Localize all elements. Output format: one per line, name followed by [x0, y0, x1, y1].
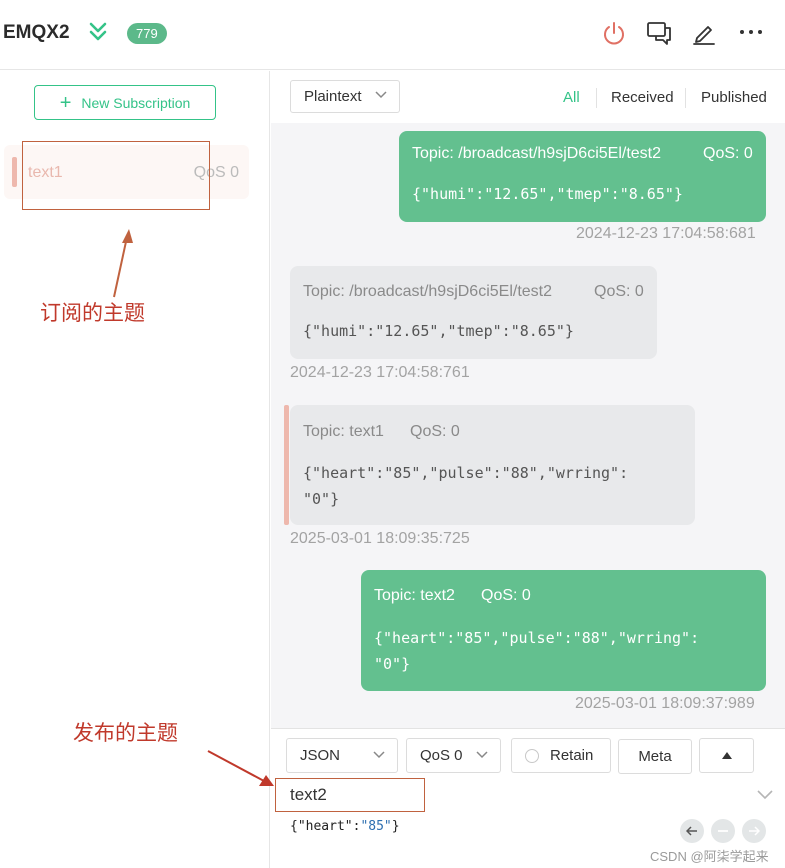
message-timestamp: 2024-12-23 17:04:58:761: [290, 364, 470, 381]
message-qos: QoS: 0: [481, 587, 531, 604]
history-clear-button[interactable]: [711, 819, 735, 843]
collapse-chevron-icon[interactable]: [88, 20, 108, 44]
filter-published-tab[interactable]: Published: [701, 89, 767, 106]
new-subscription-label: New Subscription: [81, 94, 191, 111]
payload-close: }: [391, 819, 400, 834]
subscription-color-bar: [284, 405, 289, 525]
chat-icon[interactable]: [645, 19, 673, 47]
message-count-badge: 779: [127, 23, 167, 44]
message-timestamp: 2025-03-01 18:09:37:989: [575, 695, 755, 712]
publish-qos-value: QoS 0: [420, 747, 463, 764]
payload-format-value: Plaintext: [304, 88, 362, 105]
annotation-arrow-icon: [207, 750, 274, 786]
annotation-arrow-icon: [113, 229, 133, 298]
new-subscription-button[interactable]: + New Subscription: [34, 85, 216, 120]
watermark: CSDN @阿柒学起来: [650, 849, 769, 864]
connection-header: EMQX2 779: [0, 0, 785, 70]
message-toolbar: Plaintext All Received Published: [271, 71, 785, 123]
message-payload: {"humi":"12.65","tmep":"8.65"}: [412, 185, 683, 203]
message-payload: {"humi":"12.65","tmep":"8.65"}: [303, 322, 574, 340]
chevron-down-icon[interactable]: [757, 790, 773, 800]
message-timestamp: 2025-03-01 18:09:35:725: [290, 530, 470, 547]
payload-key: {"heart":: [290, 819, 361, 834]
retain-toggle[interactable]: Retain: [511, 738, 611, 773]
filter-all-tab[interactable]: All: [563, 89, 580, 106]
plus-icon: +: [59, 91, 72, 114]
retain-label: Retain: [550, 747, 594, 764]
message-payload: {"heart":"85","pulse":"88","wrring": "0"…: [374, 629, 700, 673]
message-bubble-sent: Topic: text2 QoS: 0 {"heart":"85","pulse…: [361, 570, 766, 691]
message-bubble-received: Topic: /broadcast/h9sjD6ci5El/test2 QoS:…: [290, 266, 657, 359]
connection-name: EMQX2: [3, 22, 70, 43]
message-qos: QoS: 0: [594, 283, 644, 300]
subscribed-topic-annotation: 订阅的主题: [40, 301, 145, 325]
filter-received-tab[interactable]: Received: [611, 89, 674, 106]
arrow-right-icon: [749, 826, 760, 836]
edit-icon[interactable]: [690, 19, 718, 47]
message-bubble-sent: Topic: /broadcast/h9sjD6ci5El/test2 QoS:…: [399, 131, 766, 222]
subscription-color-bar: [12, 157, 17, 187]
message-topic: Topic: text2: [374, 587, 455, 604]
message-qos: QoS: 0: [703, 145, 753, 162]
power-icon[interactable]: [600, 19, 628, 47]
filter-divider: [685, 88, 686, 108]
payload-value: "85": [360, 819, 392, 834]
payload-type-value: JSON: [300, 747, 341, 764]
payload-format-select[interactable]: Plaintext: [290, 80, 400, 113]
expand-publish-button[interactable]: [699, 738, 754, 773]
message-bubble-received: Topic: text1 QoS: 0 {"heart":"85","pulse…: [284, 405, 695, 525]
message-qos: QoS: 0: [410, 423, 460, 440]
arrow-left-icon: [686, 826, 697, 836]
message-topic: Topic: /broadcast/h9sjD6ci5El/test2: [412, 145, 662, 162]
more-icon[interactable]: [737, 19, 765, 47]
chevron-down-icon: [476, 751, 488, 759]
history-back-button[interactable]: [680, 819, 704, 843]
filter-divider: [596, 88, 597, 108]
published-topic-annotation: 发布的主题: [73, 721, 178, 745]
caret-up-icon: [722, 752, 732, 759]
meta-button[interactable]: Meta: [618, 739, 692, 774]
publish-qos-select[interactable]: QoS 0: [406, 738, 501, 773]
history-forward-button[interactable]: [742, 819, 766, 843]
publish-topic-input[interactable]: text2: [275, 778, 425, 812]
chevron-down-icon: [375, 91, 387, 99]
chevron-down-icon: [373, 751, 385, 759]
payload-type-select[interactable]: JSON: [286, 738, 398, 773]
message-timestamp: 2024-12-23 17:04:58:681: [576, 225, 756, 242]
message-list[interactable]: Topic: /broadcast/h9sjD6ci5El/test2 QoS:…: [271, 123, 785, 728]
message-payload: {"heart":"85","pulse":"88","wrring": "0"…: [303, 464, 629, 508]
minus-icon: [718, 830, 728, 832]
message-topic: Topic: text1: [303, 423, 384, 440]
publish-payload-editor[interactable]: {"heart":"85"}: [290, 819, 400, 834]
message-topic: Topic: /broadcast/h9sjD6ci5El/test2: [303, 283, 553, 300]
retain-radio[interactable]: [525, 749, 539, 763]
annotation-highlight-box: [22, 141, 210, 210]
